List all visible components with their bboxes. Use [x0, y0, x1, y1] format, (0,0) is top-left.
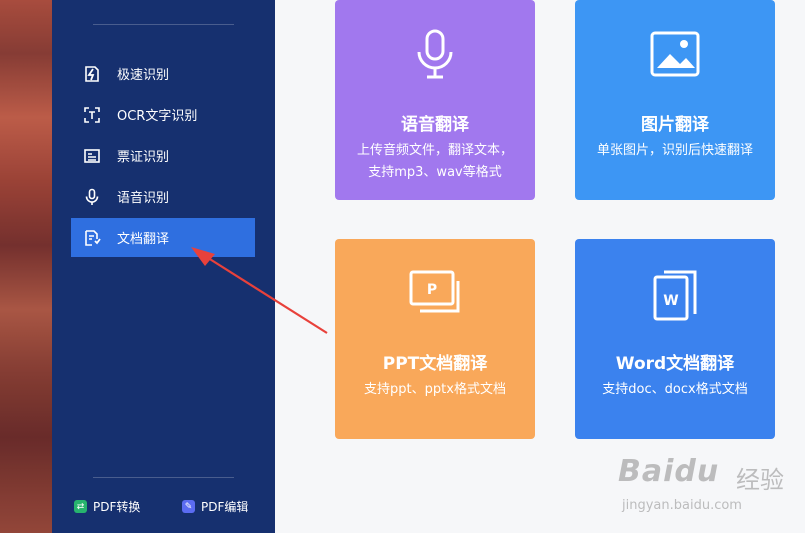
card-description: 上传音频文件，翻译文本， 支持mp3、wav等格式	[356, 143, 513, 180]
image-translate-card[interactable]: 图片翻译 单张图片，识别后快速翻译	[575, 0, 775, 200]
card-title: 语音翻译	[401, 115, 469, 135]
watermark-url: jingyan.baidu.com	[622, 498, 742, 513]
card-title: PPT文档翻译	[382, 354, 488, 374]
card-description: 支持doc、docx格式文档	[602, 382, 748, 397]
watermark-brand-cn: 经验	[736, 466, 784, 494]
baidu-watermark: Baidu 经验 jingyan.baidu.com	[612, 440, 802, 520]
image-icon	[575, 30, 775, 78]
svg-text:W: W	[663, 293, 678, 309]
word-file-icon: W	[575, 269, 775, 323]
card-title: Word文档翻译	[615, 354, 735, 374]
card-description: 单张图片，识别后快速翻译	[596, 143, 753, 158]
voice-translate-card[interactable]: 语音翻译 上传音频文件，翻译文本， 支持mp3、wav等格式	[335, 0, 535, 200]
microphone-icon	[335, 28, 535, 80]
card-title: 图片翻译	[641, 115, 709, 135]
ppt-translate-card[interactable]: P PPT文档翻译 支持ppt、pptx格式文档	[335, 239, 535, 439]
watermark-brand: Baidu	[618, 454, 720, 489]
svg-text:P: P	[427, 282, 437, 298]
word-translate-card[interactable]: W Word文档翻译 支持doc、docx格式文档	[575, 239, 775, 439]
card-description: 支持ppt、pptx格式文档	[364, 382, 506, 397]
ppt-file-icon: P	[335, 269, 535, 317]
